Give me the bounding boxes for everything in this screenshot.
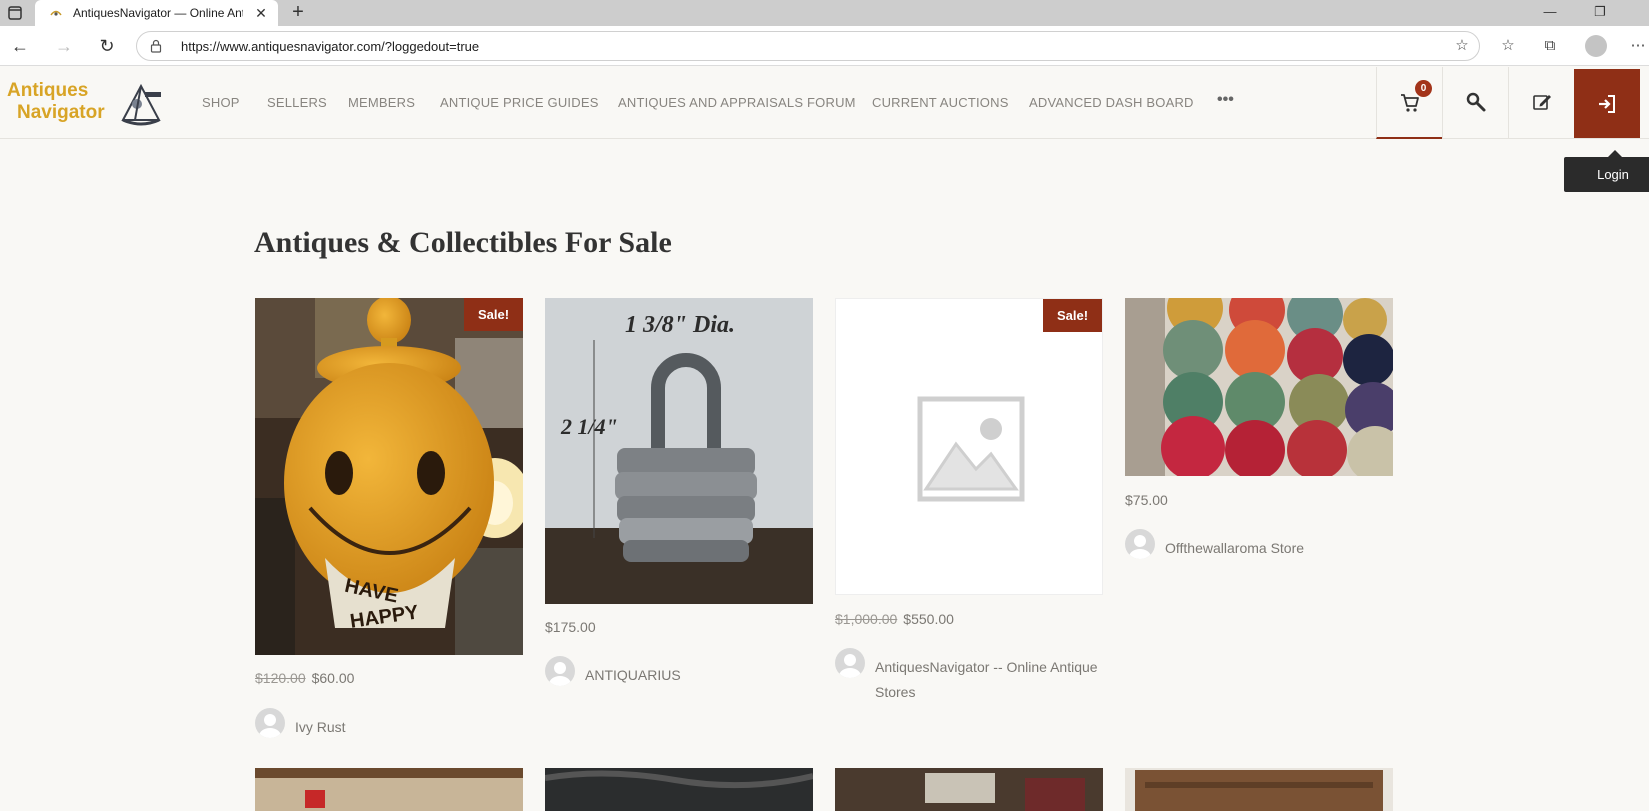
nav-advanced-dash-board[interactable]: ADVANCED DASH BOARD [1029,95,1194,110]
site-header: Antiques Navigator SHOP SELLERS MEMBERS … [0,67,1649,139]
address-bar[interactable]: https://www.antiquesnavigator.com/?logge… [136,31,1480,61]
add-favorite-icon[interactable]: ☆ [1453,37,1471,55]
seller-avatar [255,708,285,738]
browser-tab[interactable]: AntiquesNavigator — Online Ant ✕ [35,0,278,26]
sextant-icon [121,83,161,126]
tab-title: AntiquesNavigator — Online Ant [73,6,243,20]
billiard-balls-image [1125,298,1393,476]
dimension-label-diameter: 1 3/8" Dia. [625,312,735,338]
seller-name[interactable]: Offthewallaroma Store [1165,536,1393,561]
url-text[interactable]: https://www.antiquesnavigator.com/?logge… [181,39,479,54]
edit-icon [1533,95,1551,110]
register-button[interactable] [1508,67,1574,139]
smiley-cookie-jar-image: HAVE HAPPY [255,298,523,655]
seller-name[interactable]: Ivy Rust [295,715,523,740]
nav-current-auctions[interactable]: CURRENT AUCTIONS [872,95,1009,110]
seller-name[interactable]: ANTIQUARIUS [585,663,813,688]
product-card[interactable]: HAVE HAPPY Sale! $120.00 $60.00 Ivy Rust [255,298,523,738]
dimension-label-height: 2 1/4" [560,414,618,439]
regular-price: $120.00 [255,670,306,686]
site-favicon-icon [49,6,63,20]
product-card[interactable]: $75.00 Offthewallaroma Store [1125,298,1393,568]
product-price: $1,000.00 $550.00 [835,611,954,627]
seller-avatar [1125,529,1155,559]
nav-members[interactable]: MEMBERS [348,95,415,110]
cart-button[interactable]: 0 [1376,67,1442,139]
minimize-icon[interactable]: — [1535,2,1565,22]
page-title: Antiques & Collectibles For Sale [254,226,672,259]
login-button[interactable] [1574,69,1640,138]
product-image[interactable] [1125,768,1393,811]
product-card[interactable]: 1 3/8" Dia. 2 1/4" $175.00 ANTIQUARIUS [545,298,813,688]
logo-line1: Antiques [7,80,89,101]
product-image[interactable] [1125,298,1393,476]
nav-shop[interactable]: SHOP [202,95,240,110]
sale-badge: Sale! [464,298,523,331]
lock-icon[interactable] [149,39,163,53]
product-image[interactable] [835,768,1103,811]
sale-badge: Sale! [1043,299,1102,332]
tab-actions-icon[interactable] [6,4,24,22]
restore-icon[interactable]: ❐ [1585,2,1615,22]
iron-padlock-image: 1 3/8" Dia. 2 1/4" [545,298,813,604]
product-image[interactable] [545,768,813,811]
browser-toolbar: ← → ↻ https://www.antiquesnavigator.com/… [0,26,1649,66]
product-card[interactable]: Sale! $1,000.00 $550.00 AntiquesNavigator… [835,298,1103,718]
product-price: $120.00 $60.00 [255,670,354,686]
seller-avatar [545,656,575,686]
product-price: $75.00 [1125,492,1168,508]
login-icon [1599,95,1615,113]
nav-more-icon[interactable]: ••• [1217,91,1234,109]
search-button[interactable] [1442,67,1508,139]
nav-antique-price-guides[interactable]: ANTIQUE PRICE GUIDES [440,95,599,110]
favorites-icon[interactable]: ☆ [1497,35,1519,57]
product-price: $175.00 [545,619,596,635]
nav-sellers[interactable]: SELLERS [267,95,327,110]
profile-avatar-icon[interactable] [1585,35,1607,57]
search-icon [1466,92,1486,112]
regular-price: $1,000.00 [835,611,898,627]
price-value: $175.00 [545,619,596,635]
cart-count-badge: 0 [1415,80,1432,97]
forward-icon[interactable]: → [52,34,76,58]
sale-price: $60.00 [311,670,355,686]
seller-avatar [835,648,865,678]
reload-icon[interactable]: ↻ [95,34,119,58]
back-icon[interactable]: ← [8,34,32,58]
product-image[interactable]: Sale! [835,298,1103,595]
browser-tab-strip: AntiquesNavigator — Online Ant ✕ + — ❐ [0,0,1649,26]
product-image[interactable]: 1 3/8" Dia. 2 1/4" [545,298,813,604]
logo-line2: Navigator [17,102,105,123]
price-value: $75.00 [1125,492,1168,508]
product-image[interactable]: HAVE HAPPY Sale! [255,298,523,655]
placeholder-image-icon [917,396,1025,502]
new-tab-icon[interactable]: + [288,2,308,22]
site-logo[interactable]: Antiques Navigator [7,80,167,130]
more-menu-icon[interactable]: ⋯ [1627,35,1649,57]
tab-close-icon[interactable]: ✕ [253,5,269,21]
sale-price: $550.00 [903,611,954,627]
product-image[interactable] [255,768,523,811]
nav-antiques-appraisals-forum[interactable]: ANTIQUES AND APPRAISALS FORUM [618,95,856,110]
collections-icon[interactable]: ⧉ [1539,35,1561,57]
seller-name[interactable]: AntiquesNavigator -- Online Antique Stor… [875,655,1103,705]
login-tooltip: Login [1564,150,1649,192]
